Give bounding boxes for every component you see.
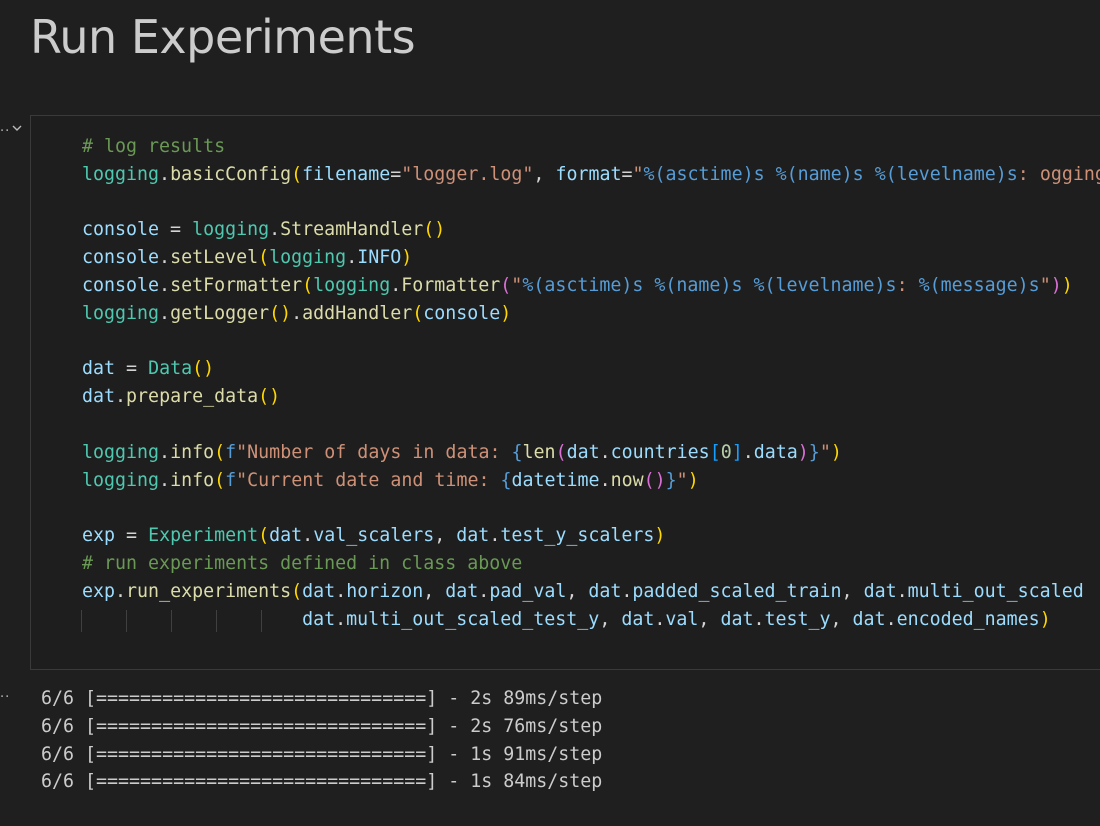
output-line: 6/6 [==============================] - 2… — [41, 715, 603, 737]
chevron-down-icon[interactable] — [11, 122, 23, 134]
code-line[interactable] — [82, 189, 1100, 217]
code-line[interactable]: # run experiments defined in class above — [82, 550, 1100, 578]
cell-more-actions[interactable]: .. — [0, 120, 10, 135]
output-line: 6/6 [==============================] - 1… — [41, 771, 603, 793]
code-line[interactable] — [82, 494, 1100, 522]
output-more-actions[interactable]: .. — [0, 686, 10, 701]
section-heading: Run Experiments — [30, 10, 416, 64]
code-line[interactable]: console = logging.StreamHandler() — [82, 216, 1100, 244]
code-line[interactable] — [82, 411, 1100, 439]
code-line[interactable]: # log results — [82, 133, 1100, 161]
output-line: 6/6 [==============================] - 2… — [41, 688, 603, 709]
code-line[interactable]: logging.info(f"Number of days in data: {… — [82, 439, 1100, 467]
code-line[interactable]: console.setLevel(logging.INFO) — [82, 244, 1100, 272]
cell-output: 6/6 [==============================] - 2… — [41, 685, 602, 796]
code-line[interactable]: exp = Experiment(dat.val_scalers, dat.te… — [82, 522, 1100, 550]
cell-gutter[interactable]: .. — [0, 118, 30, 144]
indent-guides — [81, 607, 321, 635]
code-line[interactable] — [82, 328, 1100, 356]
code-line[interactable]: dat = Data() — [82, 355, 1100, 383]
code-editor-text[interactable]: # log results logging.basicConfig(filenam… — [82, 133, 1100, 633]
code-line[interactable]: dat.prepare_data() — [82, 383, 1100, 411]
code-line[interactable]: console.setFormatter(logging.Formatter("… — [82, 272, 1100, 300]
code-cell-editor[interactable]: # log results logging.basicConfig(filenam… — [30, 115, 1100, 670]
output-line: 6/6 [==============================] - 1… — [41, 743, 603, 765]
code-line[interactable]: logging.getLogger().addHandler(console) — [82, 300, 1100, 328]
code-line[interactable]: logging.basicConfig(filename="logger.log… — [82, 161, 1100, 189]
code-line[interactable]: logging.info(f"Current date and time: {d… — [82, 467, 1100, 495]
code-line[interactable]: exp.run_experiments(dat.horizon, dat.pad… — [82, 578, 1100, 606]
